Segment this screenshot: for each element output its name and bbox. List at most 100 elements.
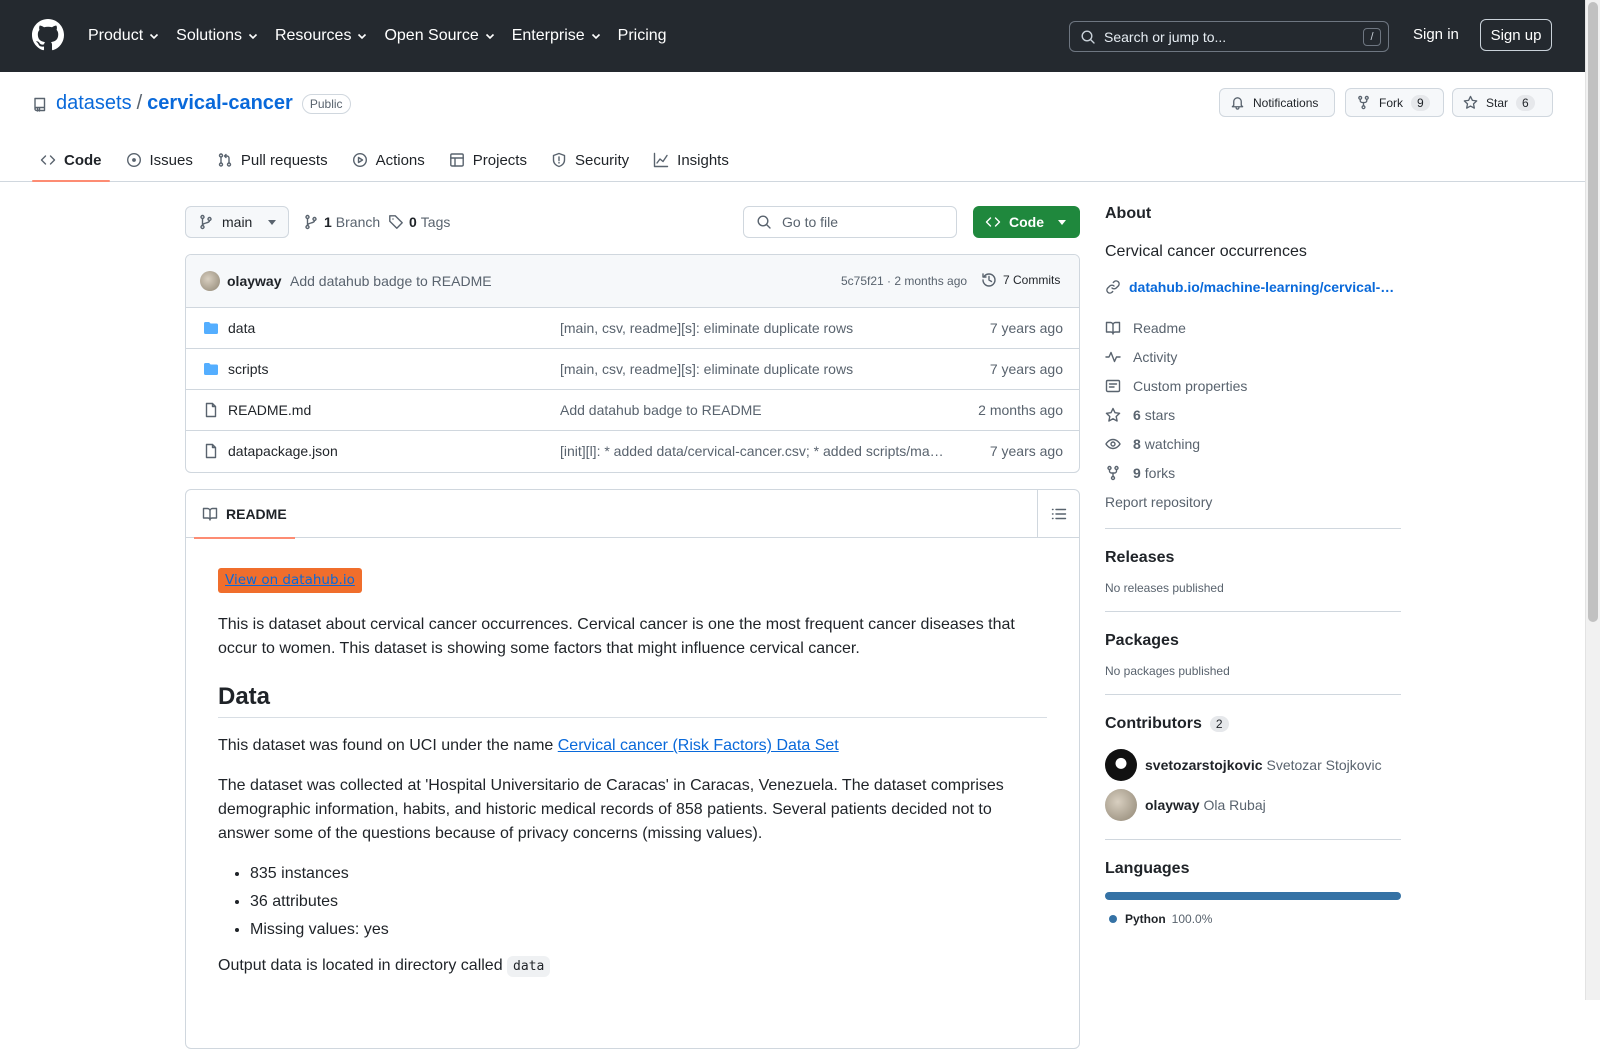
star-icon [1463, 95, 1478, 109]
commit-author[interactable]: olayway [227, 273, 281, 289]
graph-icon [653, 152, 669, 168]
book-icon [1105, 321, 1121, 335]
file-commit-message[interactable]: [main, csv, readme][s]: eliminate duplic… [560, 320, 950, 336]
file-commit-message[interactable]: Add datahub badge to README [560, 402, 950, 418]
tab-code[interactable]: Code [32, 140, 110, 182]
uci-dataset-link[interactable]: Cervical cancer (Risk Factors) Data Set [558, 737, 839, 754]
contributors-title[interactable]: Contributors 2 [1105, 715, 1401, 733]
activity-link[interactable]: Activity [1105, 342, 1401, 371]
sign-in-link[interactable]: Sign in [1413, 26, 1459, 43]
file-name-link[interactable]: data [228, 320, 255, 336]
repo-name-link[interactable]: cervical-cancer [147, 92, 293, 115]
fork-button[interactable]: Fork 9 [1345, 88, 1444, 117]
slash-key-hint: / [1363, 28, 1381, 46]
scrollbar-thumb[interactable] [1588, 2, 1598, 622]
chevron-down-icon [485, 33, 494, 40]
caret-down-icon [1058, 219, 1066, 225]
file-row[interactable]: scripts [main, csv, readme][s]: eliminate… [186, 349, 1079, 390]
readme-link[interactable]: Readme [1105, 313, 1401, 342]
file-row[interactable]: datapackage.json [init][l]: * added data/… [186, 431, 1079, 472]
report-repository-link[interactable]: Report repository [1105, 487, 1401, 516]
branches-link[interactable]: 1 Branch [303, 214, 380, 230]
eye-icon [1105, 438, 1121, 449]
star-count: 6 [1516, 94, 1535, 111]
language-bar [1105, 892, 1401, 900]
branch-selector[interactable]: main [185, 206, 289, 238]
tab-projects[interactable]: Projects [441, 140, 535, 180]
stars-link[interactable]: 6 stars [1105, 400, 1401, 429]
code-download-button[interactable]: Code [973, 206, 1080, 238]
avatar[interactable] [200, 271, 220, 291]
file-commit-time: 7 years ago [989, 443, 1063, 459]
tags-link[interactable]: 0 Tags [388, 214, 450, 230]
about-sidebar: About Cervical cancer occurrences datahu… [1105, 205, 1401, 926]
releases-title[interactable]: Releases [1105, 549, 1401, 567]
forks-link[interactable]: 9 forks [1105, 458, 1401, 487]
nav-pricing[interactable]: Pricing [618, 0, 667, 72]
tab-readme[interactable]: README [194, 490, 295, 539]
page-scrollbar[interactable] [1585, 0, 1600, 1000]
contributor-item[interactable]: svetozarstojkovic Svetozar Stojkovic [1105, 745, 1401, 785]
commit-message[interactable]: Add datahub badge to README [290, 273, 492, 289]
watchers-link[interactable]: 8 watching [1105, 429, 1401, 458]
readme-collected: The dataset was collected at 'Hospital U… [218, 777, 1004, 842]
contributor-item[interactable]: olayway Ola Rubaj [1105, 785, 1401, 825]
nav-enterprise[interactable]: Enterprise [512, 0, 602, 72]
tab-insights[interactable]: Insights [645, 140, 737, 180]
list-icon [1051, 508, 1066, 520]
search-icon [1081, 29, 1095, 44]
nav-solutions[interactable]: Solutions [176, 0, 259, 72]
note-icon [1105, 379, 1121, 392]
packages-section: Packages No packages published [1105, 611, 1401, 678]
readme-found: This dataset was found on UCI under the … [218, 737, 839, 754]
file-commit-message[interactable]: [main, csv, readme][s]: eliminate duplic… [560, 361, 950, 377]
file-name-link[interactable]: scripts [228, 361, 268, 377]
commit-sha-time[interactable]: 5c75f21 · 2 months ago [841, 274, 967, 288]
table-of-contents-button[interactable] [1037, 490, 1079, 538]
language-item[interactable]: Python 100.0% [1105, 912, 1401, 926]
go-to-file-input[interactable]: Go to file [743, 206, 957, 238]
file-icon [205, 443, 217, 459]
website-link[interactable]: datahub.io/machine-learning/cervical-… [1105, 279, 1401, 295]
datahub-badge[interactable]: View on datahub.io [218, 568, 362, 593]
code-icon [985, 217, 1001, 227]
file-name-link[interactable]: datapackage.json [228, 443, 338, 459]
tab-issues[interactable]: Issues [118, 140, 201, 180]
notifications-button[interactable]: Notifications [1219, 88, 1335, 117]
file-row[interactable]: data [main, csv, readme][s]: eliminate du… [186, 308, 1079, 349]
chevron-down-icon [248, 33, 258, 40]
file-commit-time: 7 years ago [989, 320, 1063, 336]
custom-properties-link[interactable]: Custom properties [1105, 371, 1401, 400]
link-icon [1106, 280, 1120, 294]
github-logo-icon[interactable] [32, 19, 64, 51]
releases-section: Releases No releases published [1105, 528, 1401, 595]
file-commit-message[interactable]: [init][l]: * added data/cervical-cancer.… [560, 443, 950, 459]
file-icon [205, 402, 217, 418]
list-item: Missing values: yes [250, 918, 1047, 942]
search-input[interactable]: Search or jump to... / [1069, 21, 1389, 52]
dataset-facts: 835 instances 36 attributes Missing valu… [218, 862, 1047, 942]
repo-icon [34, 97, 46, 112]
readme-content: View on datahub.io This is dataset about… [186, 538, 1079, 1025]
nav-product[interactable]: Product [88, 0, 160, 72]
file-row[interactable]: README.md Add datahub badge to README 2 mo… [186, 390, 1079, 431]
shield-icon [552, 152, 566, 168]
readme-panel: README View on datahub.io This is datase… [185, 489, 1080, 1049]
file-commit-time: 7 years ago [989, 361, 1063, 377]
repo-header: datasets / cervical-cancer Public Notifi… [0, 72, 1585, 182]
commits-link[interactable]: 7 Commits [981, 272, 1060, 288]
file-name-link[interactable]: README.md [228, 402, 311, 418]
tab-actions[interactable]: Actions [344, 140, 433, 180]
tab-security[interactable]: Security [543, 140, 637, 180]
tab-pull-requests[interactable]: Pull requests [209, 140, 336, 180]
nav-resources[interactable]: Resources [275, 0, 368, 72]
nav-open-source[interactable]: Open Source [384, 0, 495, 72]
readme-intro: This is dataset about cervical cancer oc… [218, 616, 1015, 657]
visibility-badge: Public [301, 93, 351, 114]
repo-owner-link[interactable]: datasets [56, 92, 132, 115]
sign-up-button[interactable]: Sign up [1480, 19, 1552, 51]
history-icon [982, 273, 996, 287]
packages-title[interactable]: Packages [1105, 632, 1401, 650]
avatar [1105, 789, 1137, 821]
star-button[interactable]: Star 6 [1452, 88, 1553, 117]
